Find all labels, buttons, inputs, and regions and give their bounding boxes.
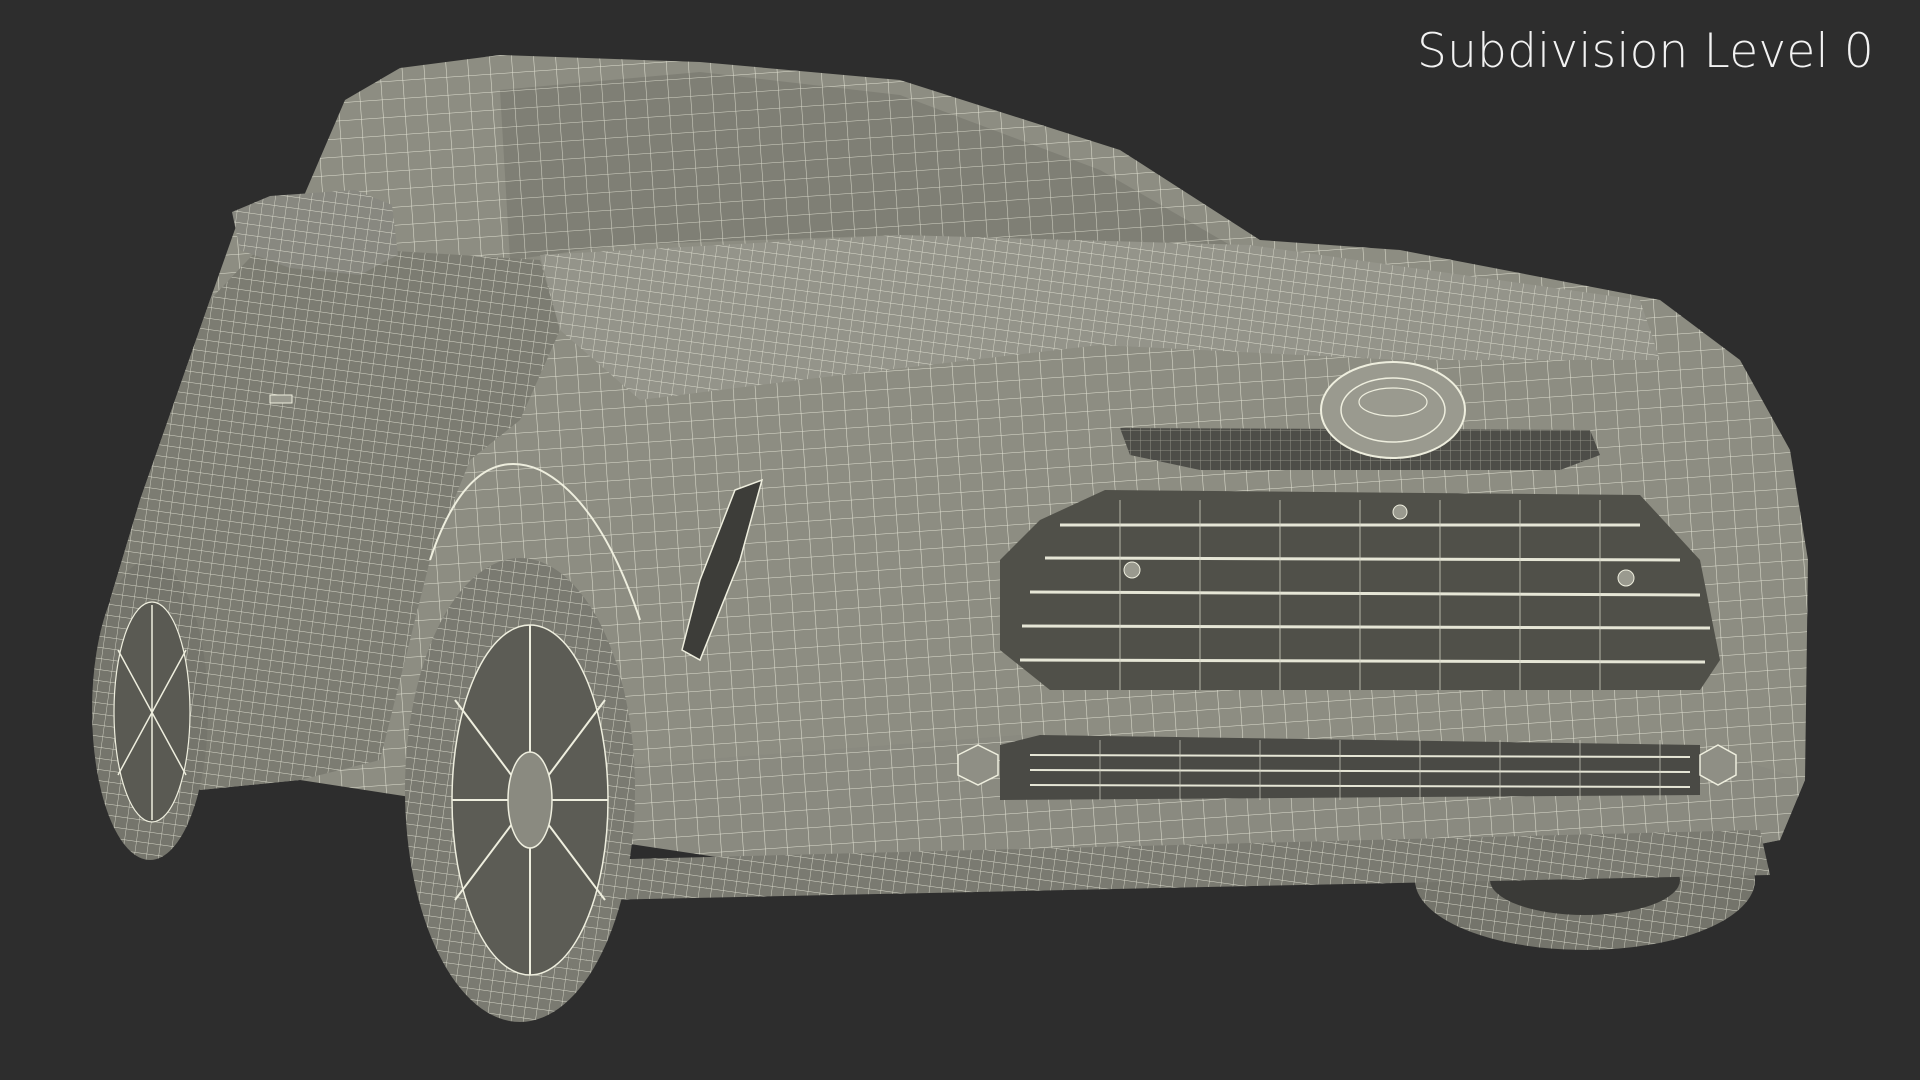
wheel-hub-icon [507, 751, 553, 849]
front-grille [1000, 490, 1720, 690]
door-handle [269, 394, 293, 404]
front-left-wheel [405, 558, 635, 1022]
car-wireframe-render [92, 55, 1808, 1022]
sensor-icon [1392, 504, 1408, 520]
sensor-icon [1617, 569, 1635, 587]
brand-emblem-icon [1320, 361, 1466, 459]
rear-left-wheel [92, 560, 208, 860]
sensor-icon [1123, 561, 1141, 579]
3d-viewport[interactable]: Subdivision Level 0 [0, 0, 1920, 1080]
front-bumper [565, 735, 1805, 900]
subdivision-level-label: Subdivision Level 0 [1417, 24, 1874, 79]
